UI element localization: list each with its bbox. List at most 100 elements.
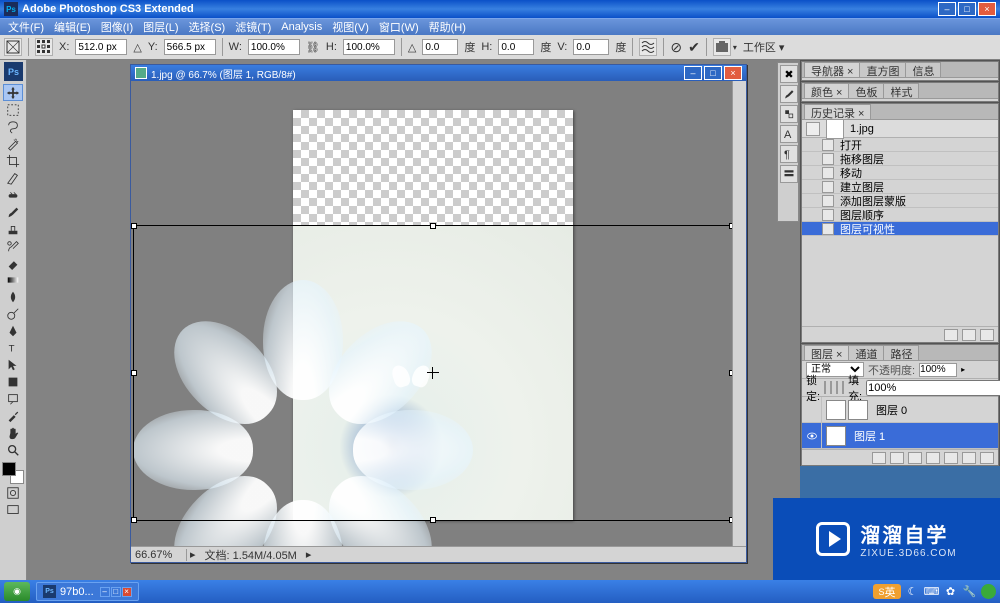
menu-view[interactable]: 视图(V)	[328, 18, 373, 36]
tray-moon-icon[interactable]: ☾	[905, 584, 920, 599]
layer-row[interactable]: 图层 1	[802, 423, 998, 449]
tray-volume-icon[interactable]	[981, 584, 996, 599]
menu-filter[interactable]: 滤镜(T)	[231, 18, 275, 36]
tab-layers[interactable]: 图层 ×	[804, 345, 849, 360]
status-menu-icon[interactable]: ▸	[303, 548, 315, 561]
layer-thumbnail[interactable]	[826, 426, 846, 446]
blur-tool[interactable]	[3, 288, 23, 305]
foreground-background-swatch[interactable]	[2, 462, 24, 484]
x-value-input[interactable]	[75, 39, 127, 55]
opacity-chevron-icon[interactable]: ▸	[961, 365, 965, 374]
status-chevron-icon[interactable]: ▸	[187, 548, 199, 561]
tab-history[interactable]: 历史记录 ×	[804, 104, 871, 119]
fill-input[interactable]	[866, 380, 1000, 396]
dock-layer-comps-icon[interactable]	[780, 165, 798, 183]
commit-transform-button[interactable]: ✔	[688, 39, 700, 56]
xy-delta-icon[interactable]: △	[133, 41, 141, 54]
screen-mode-toggle[interactable]	[3, 501, 23, 518]
tab-color[interactable]: 颜色 ×	[804, 83, 849, 98]
angle-value-input[interactable]	[422, 39, 458, 55]
history-snapshot-new-icon[interactable]	[962, 329, 976, 341]
y-value-input[interactable]	[164, 39, 216, 55]
history-step[interactable]: 图层可视性	[802, 222, 998, 236]
layer-style-icon[interactable]	[890, 452, 904, 464]
history-snapshot-icon[interactable]	[806, 122, 820, 136]
transform-handle-bottom-left[interactable]	[131, 517, 137, 523]
workspace-menu[interactable]: 工作区 ▾	[743, 39, 785, 55]
dock-paragraph-icon[interactable]: ¶	[780, 145, 798, 163]
healing-brush-tool[interactable]	[3, 186, 23, 203]
taskbar-app-button[interactable]: Ps 97b0... – □ ×	[36, 582, 139, 601]
doc-close-button[interactable]: ×	[724, 66, 742, 80]
type-tool[interactable]: T	[3, 339, 23, 356]
menu-select[interactable]: 选择(S)	[185, 18, 230, 36]
transform-center-point[interactable]	[427, 367, 439, 379]
menu-help[interactable]: 帮助(H)	[425, 18, 470, 36]
gradient-tool[interactable]	[3, 271, 23, 288]
taskbar-app-min-icon[interactable]: –	[100, 587, 110, 597]
w-value-input[interactable]	[248, 39, 300, 55]
history-new-doc-icon[interactable]	[944, 329, 958, 341]
zoom-level[interactable]: 66.67%	[131, 549, 187, 561]
new-layer-icon[interactable]	[962, 452, 976, 464]
foreground-color-swatch[interactable]	[2, 462, 16, 476]
link-wh-icon[interactable]: ⛓	[306, 41, 320, 54]
history-step[interactable]: 图层顺序	[802, 208, 998, 222]
lasso-tool[interactable]	[3, 118, 23, 135]
history-step[interactable]: 打开	[802, 138, 998, 152]
pen-tool[interactable]	[3, 322, 23, 339]
dock-clone-source-icon[interactable]	[780, 105, 798, 123]
dodge-tool[interactable]	[3, 305, 23, 322]
layer-thumbnail[interactable]	[826, 400, 846, 420]
document-canvas-viewport[interactable]	[131, 81, 732, 546]
window-close-button[interactable]: ×	[978, 2, 996, 16]
quick-mask-toggle[interactable]	[3, 484, 23, 501]
shape-tool[interactable]	[3, 373, 23, 390]
menu-edit[interactable]: 编辑(E)	[50, 18, 95, 36]
tray-wrench-icon[interactable]: 🔧	[962, 584, 977, 599]
history-brush-tool[interactable]	[3, 237, 23, 254]
tab-channels[interactable]: 通道	[848, 345, 884, 360]
lock-transparent-icon[interactable]	[824, 381, 826, 394]
tab-info[interactable]: 信息	[905, 62, 941, 77]
history-delete-icon[interactable]	[980, 329, 994, 341]
go-to-bridge-icon[interactable]	[713, 38, 731, 56]
transform-handle-top-left[interactable]	[131, 223, 137, 229]
tab-navigator[interactable]: 导航器 ×	[804, 62, 860, 77]
layer-name[interactable]: 图层 0	[872, 402, 907, 418]
tray-ime-icon[interactable]: S英	[873, 584, 901, 599]
layer-visibility-toggle[interactable]	[802, 423, 822, 449]
slice-tool[interactable]	[3, 169, 23, 186]
zoom-tool[interactable]	[3, 441, 23, 458]
layer-thumbnail[interactable]	[848, 400, 868, 420]
h-value-input[interactable]	[343, 39, 395, 55]
clone-stamp-tool[interactable]	[3, 220, 23, 237]
document-info[interactable]: 文档: 1.54M/4.05M	[199, 547, 303, 563]
menu-window[interactable]: 窗口(W)	[375, 18, 423, 36]
tab-styles[interactable]: 样式	[883, 83, 919, 98]
layer-mask-icon[interactable]	[908, 452, 922, 464]
tray-gear-icon[interactable]: ✿	[943, 584, 958, 599]
new-group-icon[interactable]	[944, 452, 958, 464]
transform-tool-icon[interactable]	[4, 38, 22, 56]
hand-tool[interactable]	[3, 424, 23, 441]
doc-minimize-button[interactable]: –	[684, 66, 702, 80]
menu-layer[interactable]: 图层(L)	[139, 18, 182, 36]
menu-analysis[interactable]: Analysis	[277, 20, 326, 34]
taskbar-app-close-icon[interactable]: ×	[122, 587, 132, 597]
lock-all-icon[interactable]	[842, 381, 844, 394]
magic-wand-tool[interactable]	[3, 135, 23, 152]
menu-image[interactable]: 图像(I)	[97, 18, 137, 36]
window-maximize-button[interactable]: □	[958, 2, 976, 16]
dock-collapse-icon[interactable]: ✖	[780, 65, 798, 83]
cancel-transform-button[interactable]: ⊘	[670, 39, 682, 56]
reference-point-icon[interactable]	[35, 38, 53, 56]
skew-v-value-input[interactable]	[573, 39, 609, 55]
delete-layer-icon[interactable]	[980, 452, 994, 464]
document-titlebar[interactable]: 1.jpg @ 66.7% (图层 1, RGB/8#) – □ ×	[131, 65, 746, 81]
doc-maximize-button[interactable]: □	[704, 66, 722, 80]
dock-brushes-icon[interactable]	[780, 85, 798, 103]
dock-character-icon[interactable]: A	[780, 125, 798, 143]
layer-row[interactable]: 图层 0	[802, 397, 998, 423]
window-minimize-button[interactable]: –	[938, 2, 956, 16]
